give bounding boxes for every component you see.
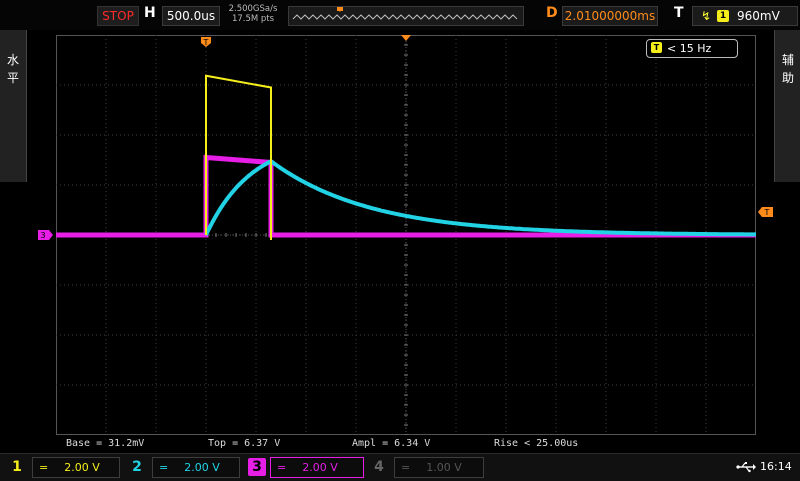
channel-bar: 1 = 2.00 V 2 = 2.00 V 3 = 2.00 V 4 = 1.0… (0, 453, 800, 481)
sample-rate: 2.500GSa/s (228, 4, 278, 14)
trigger-level-marker-icon[interactable]: T (757, 206, 773, 218)
center-time-marker-icon (401, 35, 411, 41)
horizontal-menu-tab[interactable]: 水 平 (0, 30, 27, 182)
channel-3-button[interactable]: 3 (248, 458, 266, 476)
channel-4-button[interactable]: 4 (370, 458, 388, 476)
trigger-frequency: < 15 Hz (667, 42, 712, 55)
top-status-bar: STOP H 500.0us 2.500GSa/s 17.5M pts D 2.… (0, 0, 800, 30)
channel-3-offset-marker-icon[interactable]: 3 (38, 229, 54, 241)
channel-2-button[interactable]: 2 (128, 458, 146, 476)
channel-2-coupling: = (159, 461, 169, 474)
channel-1-scale: 2.00 V (64, 461, 100, 474)
memory-waveform-icon (292, 7, 518, 20)
trigger-frequency-counter: T < 15 Hz (646, 39, 738, 58)
channel-2-settings[interactable]: = 2.00 V (152, 457, 240, 478)
trigger-level-marker-label: T (764, 208, 770, 217)
rising-edge-icon: ↯ (701, 9, 712, 23)
trigger-settings[interactable]: ↯ 1 960mV (692, 6, 798, 26)
measurement-top: Top = 6.37 V (208, 438, 281, 449)
usb-icon (736, 462, 756, 473)
channel-4-scale: 1.00 V (426, 461, 462, 474)
timebase-value[interactable]: 500.0us (162, 6, 220, 26)
channel-3-settings[interactable]: = 2.00 V (270, 457, 364, 478)
utility-menu-tab[interactable]: 辅 助 (774, 30, 800, 182)
channel-3-coupling: = (277, 461, 287, 474)
measurement-rise: Rise < 25.00us (494, 438, 579, 449)
horizontal-label: H (144, 5, 156, 21)
channel-1-settings[interactable]: = 2.00 V (32, 457, 120, 478)
channel-1-button[interactable]: 1 (8, 458, 26, 476)
channel-2-scale: 2.00 V (184, 461, 220, 474)
channel-2-trace (204, 158, 756, 237)
trigger-position-letter: T (203, 38, 209, 47)
channel-3-scale: 2.00 V (302, 461, 338, 474)
right-tab-label-2: 助 (781, 71, 794, 85)
waveform-display[interactable]: T (56, 35, 756, 435)
waveform-traces (56, 74, 756, 240)
acquisition-info: 2.500GSa/s 17.5M pts (224, 4, 282, 24)
delay-label: D (546, 5, 558, 21)
memory-overview-strip[interactable] (288, 6, 524, 26)
trigger-label: T (674, 5, 684, 21)
trigger-source: 1 (717, 10, 729, 22)
system-clock: 16:14 (760, 460, 792, 473)
run-stop-button[interactable]: STOP (97, 6, 139, 26)
markers: T (201, 35, 411, 47)
measurement-ampl: Ampl = 6.34 V (352, 438, 431, 449)
trigger-t-icon: T (651, 42, 662, 53)
delay-value[interactable]: 2.01000000ms (562, 6, 658, 26)
channel-4-coupling: = (401, 461, 411, 474)
left-tab-label-1: 水 (6, 53, 19, 67)
trigger-level: 960mV (737, 9, 780, 23)
memory-depth: 17.5M pts (231, 14, 275, 24)
left-tab-label-2: 平 (6, 71, 19, 85)
channel-4-settings[interactable]: = 1.00 V (394, 457, 484, 478)
channel-1-coupling: = (39, 461, 49, 474)
measurement-base: Base = 31.2mV (66, 438, 145, 449)
channel-3-offset-label: 3 (40, 231, 45, 240)
right-tab-label-1: 辅 (781, 53, 794, 67)
